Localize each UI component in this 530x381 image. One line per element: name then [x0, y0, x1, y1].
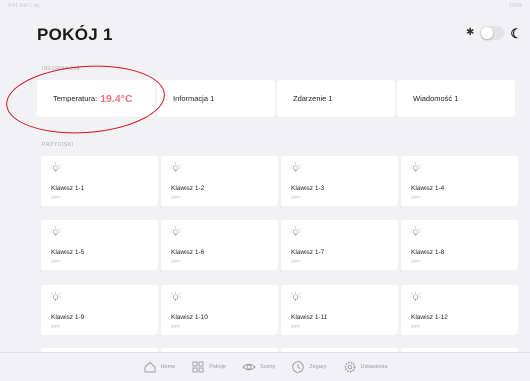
- status-bar: 9:41 Sob 1 sty 100%: [0, 0, 530, 12]
- button-label: Klawisz 1-4: [411, 185, 445, 192]
- bulb-icon: [410, 226, 421, 239]
- moon-icon: ☾: [510, 25, 523, 41]
- clock-icon: [292, 361, 305, 373]
- tab-label: Zegary: [309, 364, 327, 370]
- bulb-icon: [290, 291, 301, 304]
- tab-label: Sceny: [260, 364, 276, 370]
- light-button-card[interactable]: Klawisz 1-11 OFF: [281, 285, 398, 335]
- bulb-icon: [50, 226, 61, 239]
- button-state: OFF: [291, 259, 300, 264]
- status-battery: 100%: [509, 3, 522, 9]
- tab-bar: Home Pokoje Sceny Zegary Ustawienia: [0, 352, 530, 381]
- switch-knob: [481, 27, 494, 39]
- status-time: 9:41 Sob 1 sty: [8, 3, 40, 9]
- light-button-card[interactable]: Klawisz 1-4 OFF: [401, 156, 518, 206]
- grid-icon: [192, 361, 204, 373]
- tab-label: Ustawienia: [360, 364, 388, 370]
- theme-switch[interactable]: [480, 26, 505, 40]
- bulb-icon: [170, 162, 181, 175]
- button-label: Klawisz 1-1: [51, 185, 85, 192]
- button-label: Klawisz 1-11: [291, 314, 328, 321]
- info-card-wiadomosc[interactable]: Wiadomość 1: [397, 80, 515, 117]
- tab-pokoje[interactable]: Pokoje: [191, 360, 226, 374]
- bulb-icon: [410, 291, 421, 304]
- tab-zegary[interactable]: Zegary: [291, 360, 327, 374]
- temperature-value: 19.4°C: [100, 92, 133, 105]
- light-button-card[interactable]: Klawisz 1-9 OFF: [41, 285, 158, 335]
- theme-toggle[interactable]: ✱ ☾: [466, 25, 522, 41]
- button-state: OFF: [171, 324, 180, 329]
- button-label: Klawisz 1-8: [411, 249, 445, 256]
- tab-sceny[interactable]: Sceny: [242, 360, 275, 374]
- button-state: OFF: [291, 324, 300, 329]
- button-state: OFF: [411, 324, 420, 329]
- button-label: Klawisz 1-3: [291, 185, 325, 192]
- bulb-icon: [410, 162, 421, 175]
- temperature-label: Temperatura:: [53, 94, 98, 103]
- section-label-buttons: PRZYCISKI: [42, 142, 74, 148]
- button-label: Klawisz 1-5: [51, 249, 85, 256]
- info-card-temperature[interactable]: Temperatura: 19.4°C: [37, 80, 155, 117]
- button-label: Klawisz 1-10: [171, 314, 208, 321]
- info-card-zdarzenie[interactable]: Zdarzenie 1: [277, 80, 395, 117]
- eye-icon: [242, 363, 256, 371]
- tab-label: Home: [160, 364, 176, 370]
- light-button-card[interactable]: Klawisz 1-7 OFF: [281, 220, 398, 270]
- button-state: OFF: [51, 195, 60, 200]
- gear-icon: [344, 361, 355, 373]
- button-state: OFF: [171, 195, 180, 200]
- bulb-icon: [50, 291, 61, 304]
- button-label: Klawisz 1-6: [171, 249, 205, 256]
- light-button-card[interactable]: Klawisz 1-5 OFF: [41, 220, 158, 270]
- button-state: OFF: [171, 259, 180, 264]
- button-label: Klawisz 1-7: [291, 249, 325, 256]
- section-label-info: INFORMACJE: [42, 66, 81, 72]
- bulb-icon: [290, 226, 301, 239]
- button-label: Klawisz 1-12: [411, 314, 448, 321]
- info-card-label: Zdarzenie 1: [293, 94, 333, 103]
- button-state: OFF: [51, 324, 60, 329]
- light-button-card[interactable]: Klawisz 1-12 OFF: [401, 285, 518, 335]
- bulb-icon: [290, 162, 301, 175]
- button-state: OFF: [51, 259, 60, 264]
- light-button-card[interactable]: Klawisz 1-1 OFF: [41, 156, 158, 206]
- tab-label: Pokoje: [209, 364, 227, 370]
- tab-ustawienia[interactable]: Ustawienia: [343, 360, 388, 374]
- bulb-icon: [50, 162, 61, 175]
- bulb-icon: [170, 291, 181, 304]
- info-card-label: Wiadomość 1: [413, 94, 459, 103]
- tab-home[interactable]: Home: [143, 360, 176, 374]
- button-state: OFF: [411, 195, 420, 200]
- light-button-card[interactable]: Klawisz 1-3 OFF: [281, 156, 398, 206]
- page-title: POKÓJ 1: [37, 25, 113, 44]
- light-button-card[interactable]: Klawisz 1-8 OFF: [401, 220, 518, 270]
- home-icon: [144, 361, 156, 373]
- button-label: Klawisz 1-9: [51, 314, 85, 321]
- info-card-informacja[interactable]: Informacja 1: [157, 80, 275, 117]
- button-state: OFF: [411, 259, 420, 264]
- button-state: OFF: [291, 195, 300, 200]
- light-button-card[interactable]: Klawisz 1-6 OFF: [161, 220, 278, 270]
- info-card-label: Informacja 1: [173, 94, 215, 103]
- light-button-card[interactable]: Klawisz 1-10 OFF: [161, 285, 278, 335]
- button-label: Klawisz 1-2: [171, 185, 205, 192]
- light-button-card[interactable]: Klawisz 1-2 OFF: [161, 156, 278, 206]
- bulb-icon: [170, 226, 181, 239]
- sun-icon: ✱: [466, 27, 475, 38]
